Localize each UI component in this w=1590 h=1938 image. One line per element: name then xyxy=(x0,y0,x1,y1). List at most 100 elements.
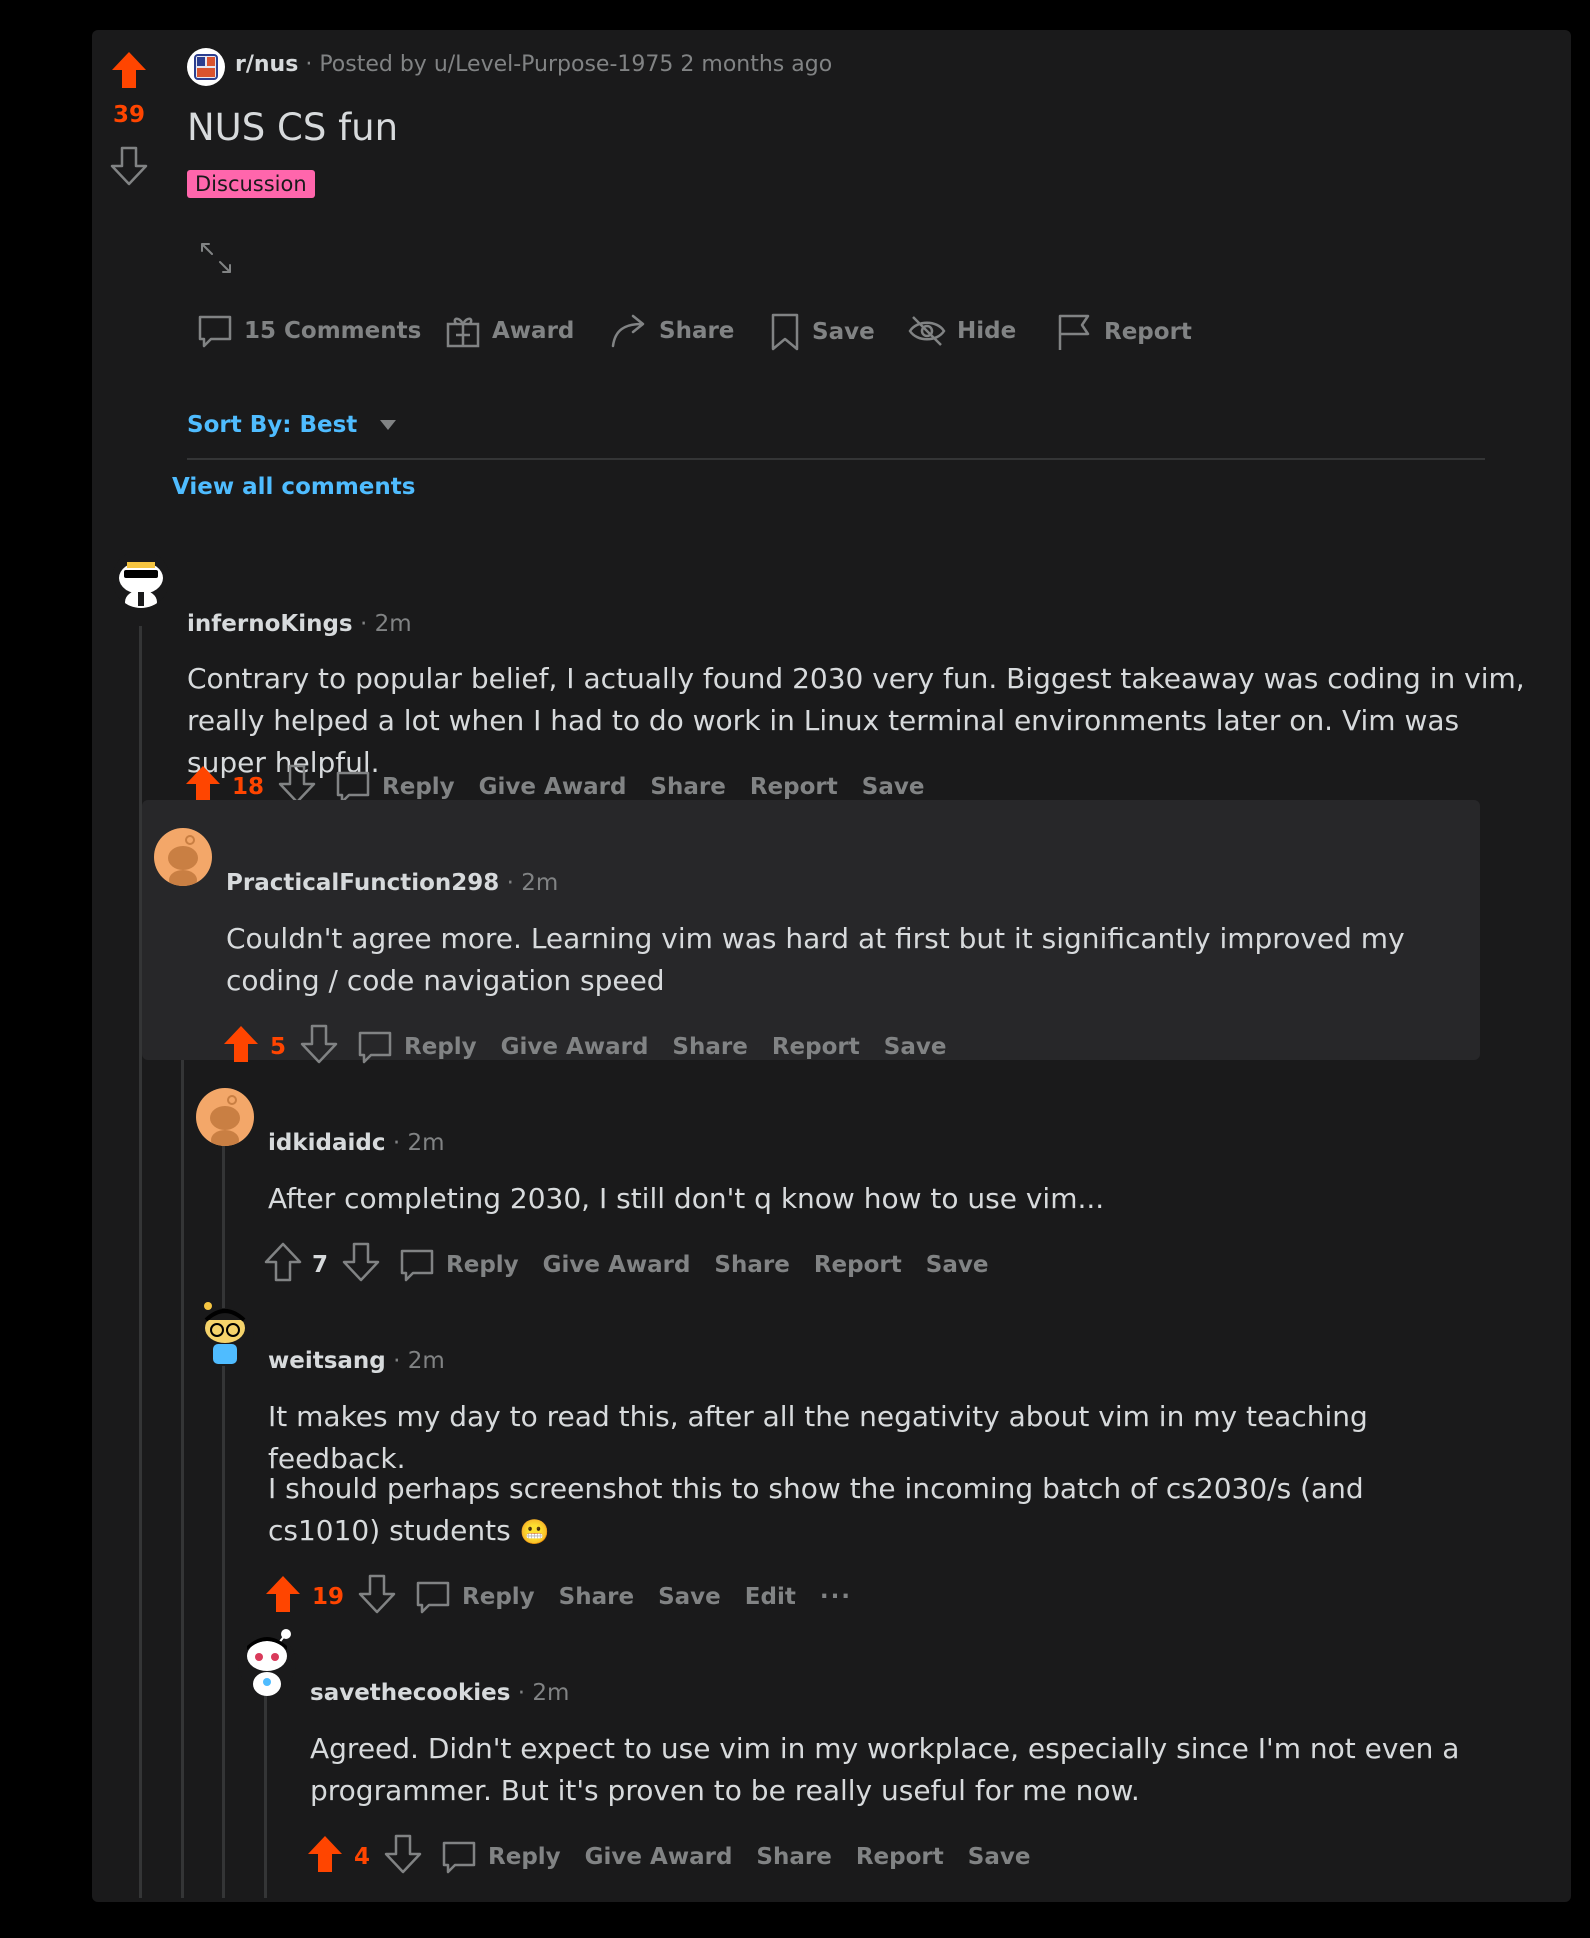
upvote-arrow-icon xyxy=(186,766,220,802)
comment-upvote-button[interactable] xyxy=(264,1574,302,1620)
save-button[interactable]: Save xyxy=(768,312,875,352)
comment-actions: 4 Reply Give Award Share Report Save xyxy=(306,1834,1054,1880)
upvote-arrow-icon xyxy=(308,1836,342,1872)
comment-author[interactable]: savethecookies xyxy=(310,1680,510,1706)
report-button[interactable]: Report xyxy=(856,1844,944,1870)
upvote-arrow-icon xyxy=(264,1242,302,1282)
comments-button[interactable]: 15 Comments xyxy=(196,312,421,350)
expand-arrows-icon xyxy=(201,243,231,273)
award-button[interactable]: Award xyxy=(444,312,574,350)
save-button[interactable]: Save xyxy=(968,1844,1031,1870)
gift-icon xyxy=(446,317,480,348)
avatar[interactable] xyxy=(154,828,212,886)
avatar[interactable] xyxy=(112,550,170,608)
save-button[interactable]: Save xyxy=(884,1034,947,1060)
share-button[interactable]: Share xyxy=(650,774,725,800)
flag-icon xyxy=(1058,314,1090,350)
comment-upvote-button[interactable] xyxy=(306,1834,344,1880)
post-downvote-button[interactable] xyxy=(110,146,148,186)
report-button[interactable]: Report xyxy=(1054,312,1192,352)
downvote-arrow-icon xyxy=(278,764,316,804)
save-button[interactable]: Save xyxy=(926,1252,989,1278)
avatar[interactable] xyxy=(238,1629,296,1696)
save-label: Save xyxy=(812,319,875,345)
reply-button[interactable]: Reply xyxy=(398,1246,519,1284)
thread-line xyxy=(222,1364,225,1898)
save-button[interactable]: Save xyxy=(862,774,925,800)
comment-downvote-button[interactable] xyxy=(384,1834,422,1880)
reply-label: Reply xyxy=(446,1252,519,1278)
report-button[interactable]: Report xyxy=(750,774,838,800)
give-award-button[interactable]: Give Award xyxy=(501,1034,649,1060)
eye-slash-icon xyxy=(908,316,946,346)
share-button[interactable]: Share xyxy=(609,312,734,350)
posted-by-link[interactable]: Posted by u/Level-Purpose-1975 xyxy=(319,52,673,77)
reply-button[interactable]: Reply xyxy=(440,1838,561,1876)
give-award-button[interactable]: Give Award xyxy=(479,774,627,800)
comment-bubble-icon xyxy=(442,1841,476,1874)
give-award-button[interactable]: Give Award xyxy=(585,1844,733,1870)
comment-time: 2m xyxy=(374,611,412,637)
flair-badge[interactable]: Discussion xyxy=(187,170,315,198)
give-award-button[interactable]: Give Award xyxy=(543,1252,691,1278)
reply-button[interactable]: Reply xyxy=(414,1578,535,1616)
sort-dropdown[interactable]: Sort By: Best xyxy=(187,412,397,438)
comment-bubble-icon xyxy=(358,1031,392,1064)
grimace-emoji: 😬 xyxy=(519,1518,550,1546)
bookmark-icon xyxy=(771,313,799,351)
share-button[interactable]: Share xyxy=(672,1034,747,1060)
subreddit-icon[interactable] xyxy=(187,48,225,86)
comment-downvote-button[interactable] xyxy=(300,1024,338,1070)
post-card: 39 r/nus · Posted by u/Level-Purpose-197… xyxy=(92,30,1571,1902)
comments-label: 15 Comments xyxy=(244,318,422,344)
avatar[interactable] xyxy=(196,1302,254,1366)
comment-author[interactable]: weitsang xyxy=(268,1348,386,1374)
comment-time: 2m xyxy=(532,1680,570,1706)
edit-button[interactable]: Edit xyxy=(745,1584,796,1610)
upvote-arrow-icon xyxy=(224,1026,258,1062)
report-button[interactable]: Report xyxy=(814,1252,902,1278)
share-arrow-icon xyxy=(611,314,645,348)
hide-button[interactable]: Hide xyxy=(907,312,1016,350)
reply-button[interactable]: Reply xyxy=(356,1028,477,1066)
comment-time: 2m xyxy=(407,1130,445,1156)
comment-bubble-icon xyxy=(198,315,232,348)
comment-author[interactable]: idkidaidc xyxy=(268,1130,386,1156)
comment-score: 19 xyxy=(312,1584,345,1610)
comment-author[interactable]: infernoKings xyxy=(187,611,353,637)
post-score: 39 xyxy=(112,102,145,128)
comment-author[interactable]: PracticalFunction298 xyxy=(226,870,499,896)
comment-body: Agreed. Didn't expect to use vim in my w… xyxy=(310,1732,1460,1807)
hide-label: Hide xyxy=(957,318,1017,344)
more-options-button[interactable]: ··· xyxy=(820,1584,852,1610)
comment-upvote-button[interactable] xyxy=(222,1024,260,1070)
comment-downvote-button[interactable] xyxy=(342,1242,380,1288)
comment-downvote-button[interactable] xyxy=(358,1574,396,1620)
reply-label: Reply xyxy=(462,1584,535,1610)
report-label: Report xyxy=(1104,319,1192,345)
reply-label: Reply xyxy=(382,774,455,800)
comment-upvote-button[interactable] xyxy=(264,1242,302,1288)
reply-label: Reply xyxy=(488,1844,561,1870)
comment-time: 2m xyxy=(407,1348,445,1374)
subreddit-link[interactable]: r/nus xyxy=(235,52,298,77)
share-button[interactable]: Share xyxy=(714,1252,789,1278)
avatar[interactable] xyxy=(196,1088,254,1146)
comment-score: 7 xyxy=(312,1252,329,1278)
save-button[interactable]: Save xyxy=(658,1584,721,1610)
share-button[interactable]: Share xyxy=(559,1584,634,1610)
header-separator: · xyxy=(305,52,320,77)
comment-body-text: I should perhaps screenshot this to show… xyxy=(268,1472,1364,1547)
view-all-comments-link[interactable]: View all comments xyxy=(172,474,415,500)
post-upvote-button[interactable] xyxy=(110,50,148,90)
comment-actions: 19 Reply Share Save Edit ··· xyxy=(264,1574,876,1620)
share-button[interactable]: Share xyxy=(756,1844,831,1870)
comment-bubble-icon xyxy=(416,1581,450,1614)
report-button[interactable]: Report xyxy=(772,1034,860,1060)
comment-time: 2m xyxy=(521,870,559,896)
post-title[interactable]: NUS CS fun xyxy=(187,106,398,149)
downvote-arrow-icon xyxy=(358,1574,396,1614)
caret-down-icon xyxy=(380,420,397,430)
expand-button[interactable] xyxy=(196,238,236,282)
comment-score: 5 xyxy=(270,1034,287,1060)
